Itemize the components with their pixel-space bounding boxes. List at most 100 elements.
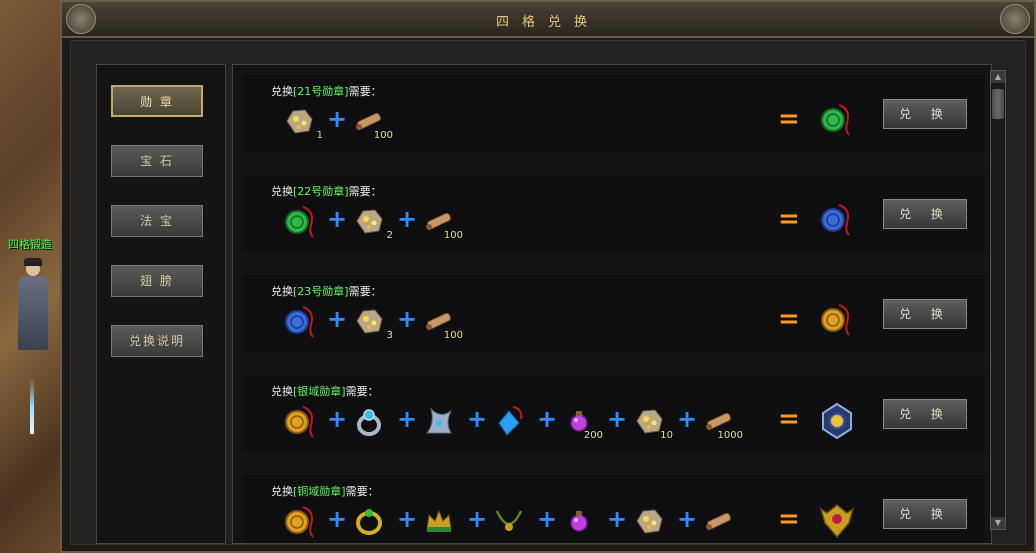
tab-medal[interactable]: 勋 章 bbox=[111, 85, 203, 117]
tab-exchange-help[interactable]: 兑换说明 bbox=[111, 325, 203, 357]
equals-icon: = bbox=[778, 204, 800, 234]
item-count: 100 bbox=[443, 330, 463, 341]
exchange-button[interactable]: 兑 换 bbox=[883, 99, 967, 129]
requirement-prefix: 兑换 bbox=[271, 185, 293, 198]
close-icon[interactable] bbox=[1000, 4, 1030, 34]
medal-name: [21号勋章] bbox=[293, 85, 349, 98]
silver-ring-icon[interactable] bbox=[351, 403, 387, 439]
requirement-suffix: 需要： bbox=[348, 285, 382, 298]
exchange-list: 兑换[21号勋章]需要： 1 + 100 = 兑 换兑换[22号勋章]需要： + 2… bbox=[232, 64, 992, 544]
exchange-button[interactable]: 兑 换 bbox=[883, 399, 967, 429]
gold-ring-icon[interactable] bbox=[351, 503, 387, 539]
scroll-icon[interactable]: 100 bbox=[421, 303, 463, 341]
plus-icon: + bbox=[397, 505, 418, 533]
item-count: 3 bbox=[386, 330, 393, 341]
gold-medal-icon[interactable] bbox=[817, 301, 857, 341]
plus-icon: + bbox=[607, 405, 628, 433]
requirement-label: 兑换[铜域勋章]需要： bbox=[271, 483, 379, 499]
plus-icon: + bbox=[467, 505, 488, 533]
scroll-icon[interactable]: 100 bbox=[421, 203, 463, 241]
bronze-domain-medal-icon[interactable] bbox=[817, 501, 857, 541]
equals-icon: = bbox=[778, 404, 800, 434]
exchange-button[interactable]: 兑 换 bbox=[883, 299, 967, 329]
gold-medal-icon[interactable] bbox=[281, 403, 317, 439]
scroll-icon[interactable]: 1000 bbox=[701, 403, 743, 441]
plus-icon: + bbox=[327, 505, 348, 533]
blue-gem-icon[interactable] bbox=[491, 403, 527, 439]
plus-icon: + bbox=[607, 505, 628, 533]
requirement-label: 兑换[21号勋章]需要： bbox=[271, 83, 382, 99]
plus-icon: + bbox=[677, 505, 698, 533]
tab-wings[interactable]: 翅 膀 bbox=[111, 265, 203, 297]
green-medal-icon[interactable] bbox=[281, 203, 317, 239]
item-count: 1 bbox=[316, 130, 323, 141]
gold-ore-icon[interactable] bbox=[631, 503, 667, 539]
equals-icon: = bbox=[778, 304, 800, 334]
gold-medal-icon[interactable] bbox=[281, 503, 317, 539]
gold-ore-icon[interactable]: 2 bbox=[351, 203, 393, 241]
item-count: 10 bbox=[660, 430, 673, 441]
window-title: 四格兑换 bbox=[495, 15, 600, 30]
exchange-button[interactable]: 兑 换 bbox=[883, 499, 967, 529]
scroll-icon[interactable]: 100 bbox=[351, 103, 393, 141]
exchange-row: 兑换[22号勋章]需要： + 2 + 100 = 兑 换 bbox=[243, 175, 985, 251]
scroll-icon[interactable] bbox=[701, 503, 737, 539]
requirement-prefix: 兑换 bbox=[271, 485, 293, 498]
exchange-row: 兑换[铜域勋章]需要： + + + + + + = 兑 换 bbox=[243, 475, 985, 543]
tab-treasure[interactable]: 法 宝 bbox=[111, 205, 203, 237]
requirement-suffix: 需要： bbox=[345, 485, 379, 498]
green-crown-icon[interactable] bbox=[421, 503, 457, 539]
medal-name: [铜域勋章] bbox=[293, 485, 346, 498]
equals-icon: = bbox=[778, 104, 800, 134]
scroll-up-button[interactable]: ▲ bbox=[991, 71, 1005, 83]
requirement-suffix: 需要： bbox=[345, 385, 379, 398]
plus-icon: + bbox=[327, 105, 348, 133]
requirement-suffix: 需要： bbox=[348, 85, 382, 98]
scroll-down-button[interactable]: ▼ bbox=[991, 517, 1005, 529]
item-count: 100 bbox=[443, 230, 463, 241]
requirement-label: 兑换[银域勋章]需要： bbox=[271, 383, 379, 399]
light-beam-effect bbox=[30, 378, 34, 434]
scroll-thumb[interactable] bbox=[992, 89, 1004, 119]
requirement-prefix: 兑换 bbox=[271, 285, 293, 298]
gold-ore-icon[interactable]: 10 bbox=[631, 403, 673, 441]
category-sidebar: 勋 章 宝 石 法 宝 翅 膀 兑换说明 bbox=[96, 64, 226, 544]
gold-ore-icon[interactable]: 1 bbox=[281, 103, 323, 141]
window-titlebar[interactable]: 四格兑换 bbox=[62, 2, 1034, 38]
item-count: 100 bbox=[373, 130, 393, 141]
npc-character[interactable] bbox=[12, 258, 52, 354]
blue-medal-icon[interactable] bbox=[817, 201, 857, 241]
purple-orb-icon[interactable] bbox=[561, 503, 597, 539]
item-count: 2 bbox=[386, 230, 393, 241]
plus-icon: + bbox=[397, 305, 418, 333]
gold-ore-icon[interactable]: 3 bbox=[351, 303, 393, 341]
exchange-row: 兑换[21号勋章]需要： 1 + 100 = 兑 换 bbox=[243, 75, 985, 151]
requirement-prefix: 兑换 bbox=[271, 385, 293, 398]
plus-icon: + bbox=[327, 305, 348, 333]
green-necklace-icon[interactable] bbox=[491, 503, 527, 539]
blue-medal-icon[interactable] bbox=[281, 303, 317, 339]
item-count: 1000 bbox=[717, 430, 743, 441]
plus-icon: + bbox=[397, 405, 418, 433]
exchange-button[interactable]: 兑 换 bbox=[883, 199, 967, 229]
plus-icon: + bbox=[467, 405, 488, 433]
requirement-label: 兑换[23号勋章]需要： bbox=[271, 283, 382, 299]
requirement-suffix: 需要： bbox=[348, 185, 382, 198]
item-count: 200 bbox=[583, 430, 603, 441]
tab-gem[interactable]: 宝 石 bbox=[111, 145, 203, 177]
scrollbar[interactable]: ▲ ▼ bbox=[990, 70, 1006, 530]
medal-name: [23号勋章] bbox=[293, 285, 349, 298]
silver-domain-medal-icon[interactable] bbox=[817, 401, 857, 441]
plus-icon: + bbox=[537, 505, 558, 533]
exchange-row: 兑换[银域勋章]需要： + + + + 200 + 10 + 1000 = 兑 换 bbox=[243, 375, 985, 451]
medal-name: [22号勋章] bbox=[293, 185, 349, 198]
silver-claw-icon[interactable] bbox=[421, 403, 457, 439]
plus-icon: + bbox=[327, 205, 348, 233]
green-medal-icon[interactable] bbox=[817, 101, 857, 141]
exchange-row: 兑换[23号勋章]需要： + 3 + 100 = 兑 换 bbox=[243, 275, 985, 351]
purple-orb-icon[interactable]: 200 bbox=[561, 403, 603, 441]
exchange-window: 四格兑换 勋 章 宝 石 法 宝 翅 膀 兑换说明 兑换[21号勋章]需要： 1… bbox=[60, 0, 1036, 553]
requirement-label: 兑换[22号勋章]需要： bbox=[271, 183, 382, 199]
npc-name-label: 四格锻造 bbox=[8, 238, 52, 251]
requirement-prefix: 兑换 bbox=[271, 85, 293, 98]
